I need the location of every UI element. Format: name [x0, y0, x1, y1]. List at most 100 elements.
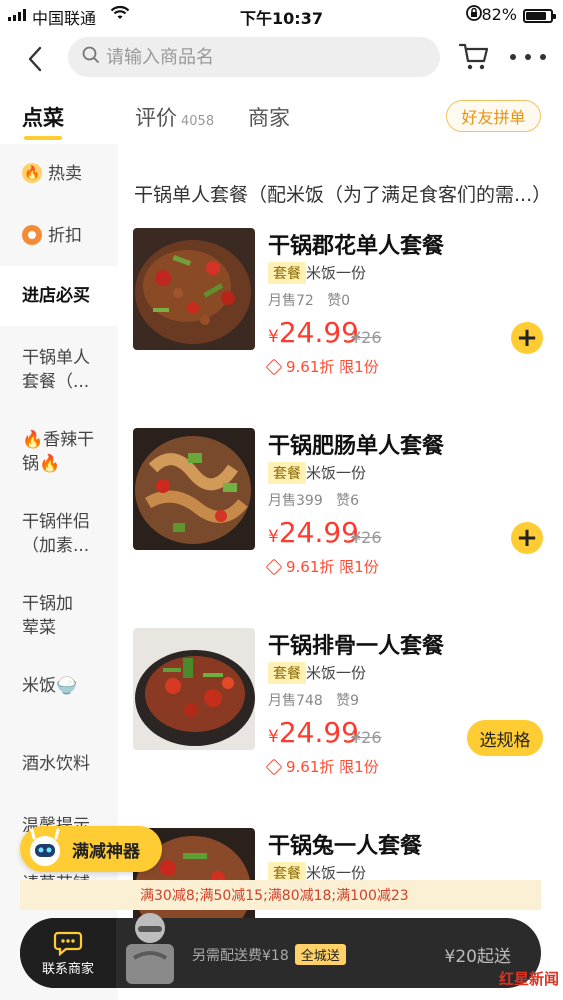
sidebar-item-label: 干锅加荤菜: [22, 594, 73, 638]
currency-symbol: ¥: [268, 327, 279, 347]
store-chat-icon: [53, 930, 83, 956]
tab-reviews[interactable]: 评价 4058: [135, 102, 214, 132]
discount-info: 9.61折 限1份: [265, 356, 379, 377]
product-image: [133, 628, 255, 750]
section-title: 干锅单人套餐（配米饭（为了满足食客们的需...）: [134, 184, 552, 206]
like-count: 赞6: [336, 493, 360, 509]
discount-info: 9.61折 限1份: [265, 756, 379, 777]
sidebar-item-companion[interactable]: 干锅伴侣（加素...: [0, 510, 118, 558]
flame-icon: [22, 162, 42, 186]
monthly-sales: 月售399: [268, 493, 323, 509]
tab-merchant[interactable]: 商家: [248, 102, 290, 132]
group-order-button[interactable]: 好友拼单: [446, 100, 541, 132]
like-count: 赞0: [327, 293, 351, 309]
cart-icon[interactable]: [458, 40, 490, 72]
product-image: [133, 228, 255, 350]
sidebar-item-must-buy[interactable]: 进店必买: [0, 266, 118, 326]
battery-icon: [523, 9, 556, 23]
search-box[interactable]: [68, 37, 440, 77]
active-tab-indicator: [24, 136, 62, 140]
tab-order[interactable]: 点菜: [22, 102, 64, 132]
discount-tag-icon: [22, 225, 42, 245]
sidebar-item-rice[interactable]: 米饭🍚: [0, 674, 100, 698]
cart-bar[interactable]: 联系商家 另需配送费¥18 全城送 ¥20起送: [20, 913, 541, 988]
minimum-order: ¥20起送: [444, 947, 511, 967]
product-name: 干锅肥肠单人套餐: [268, 434, 445, 459]
product-sales: 月售72 赞0: [268, 290, 350, 310]
package-tag: 套餐: [268, 462, 306, 484]
product-desc: 米饭一份: [306, 464, 367, 482]
status-bar: 中国联通 下午10:37 82%: [0, 0, 563, 30]
product-card[interactable]: 干锅肥肠单人套餐 套餐 米饭一份 月售399 赞6 ¥24.99 ¥26 9.6…: [118, 428, 563, 608]
sidebar-item-label: 折扣: [48, 226, 82, 246]
product-name: 干锅兔一人套餐: [268, 834, 423, 859]
price-value: 24.99: [278, 516, 359, 549]
original-price: ¥26: [351, 528, 382, 547]
package-tag: 套餐: [268, 262, 306, 284]
discount-helper-button[interactable]: 满减神器: [20, 826, 162, 872]
promo-float-label: 满减神器: [72, 841, 140, 862]
news-watermark: 红星新闻: [498, 970, 559, 988]
price-value: 24.99: [278, 716, 359, 749]
sidebar-item-drinks[interactable]: 酒水饮料: [0, 752, 118, 776]
monthly-sales: 月售72: [268, 293, 314, 309]
product-name: 干锅郡花单人套餐: [268, 234, 445, 259]
sidebar-item-meat-add[interactable]: 干锅加荤菜: [0, 592, 100, 640]
search-input[interactable]: [106, 46, 406, 68]
product-price: ¥24.99: [268, 716, 359, 749]
discount-text: 9.61折 限1份: [286, 558, 379, 576]
discount-info: 9.61折 限1份: [265, 556, 379, 577]
sidebar-item-label: 热卖: [48, 164, 82, 184]
contact-merchant-label: 联系商家: [41, 961, 94, 977]
product-card[interactable]: 干锅郡花单人套餐 套餐 米饭一份 月售72 赞0 ¥24.99 ¥26 9.61…: [118, 228, 563, 408]
choose-spec-button[interactable]: 选规格: [467, 720, 543, 756]
search-header: [0, 30, 563, 88]
discount-tag-icon: [265, 758, 283, 776]
rotation-lock-icon: [465, 4, 483, 26]
currency-symbol: ¥: [268, 727, 279, 747]
discount-text: 9.61折 限1份: [286, 758, 379, 776]
sidebar-item-label: 干锅伴侣（加素...: [22, 512, 90, 556]
price-value: 24.99: [278, 316, 359, 349]
discount-rules-strip: 满30减8;满50减15;满80减18;满100减23: [20, 880, 541, 910]
discount-tag-icon: [265, 358, 283, 376]
robot-mascot-icon: [24, 828, 66, 870]
original-price: ¥26: [351, 728, 382, 747]
delivery-fee-text: 另需配送费¥18: [192, 948, 289, 964]
sidebar-item-discount[interactable]: 折扣: [0, 224, 118, 248]
back-icon[interactable]: [22, 44, 48, 74]
product-card[interactable]: 干锅排骨一人套餐 套餐 米饭一份 月售748 赞9 ¥24.99 ¥26 9.6…: [118, 628, 563, 808]
more-options-icon[interactable]: [510, 44, 546, 70]
sidebar-item-label: 干锅单人套餐（...: [22, 348, 90, 392]
add-to-cart-button[interactable]: +: [511, 322, 543, 354]
battery-percent: 82%: [481, 5, 517, 24]
product-sales: 月售399 赞6: [268, 490, 359, 510]
product-sales: 月售748 赞9: [268, 690, 359, 710]
sidebar-item-hot[interactable]: 热卖: [0, 162, 118, 186]
original-price: ¥26: [351, 328, 382, 347]
sidebar-item-label: 酒水饮料: [22, 754, 90, 774]
product-price: ¥24.99: [268, 516, 359, 549]
contact-merchant-button[interactable]: 联系商家: [20, 918, 116, 988]
delivery-fee: 另需配送费¥18 全城送: [192, 944, 346, 965]
discount-text: 9.61折 限1份: [286, 358, 379, 376]
product-desc: 米饭一份: [306, 664, 367, 682]
sidebar-item-single-set[interactable]: 干锅单人套餐（...: [0, 346, 118, 394]
product-image: [133, 428, 255, 550]
review-count: 4058: [181, 114, 215, 129]
tab-reviews-label: 评价: [135, 106, 177, 130]
product-desc: 米饭一份: [306, 264, 367, 282]
tab-bar: 点菜 评价 4058 商家 好友拼单: [0, 88, 563, 144]
sidebar-item-label: 🔥香辣干锅🔥: [22, 430, 95, 474]
product-price: ¥24.99: [268, 316, 359, 349]
package-tag: 套餐: [268, 662, 306, 684]
product-list: 干锅单人套餐（配米饭（为了满足食客们的需...） 干锅郡花单人套餐 套餐 米饭一…: [118, 144, 563, 1000]
search-icon: [82, 46, 100, 68]
product-name: 干锅排骨一人套餐: [268, 634, 445, 659]
sidebar-item-spicy-pot[interactable]: 🔥香辣干锅🔥: [0, 428, 118, 476]
add-to-cart-button[interactable]: +: [511, 522, 543, 554]
citywide-tag: 全城送: [294, 944, 346, 965]
like-count: 赞9: [336, 693, 360, 709]
sidebar-item-label: 进店必买: [22, 286, 90, 306]
delivery-rider-icon: [120, 904, 180, 988]
